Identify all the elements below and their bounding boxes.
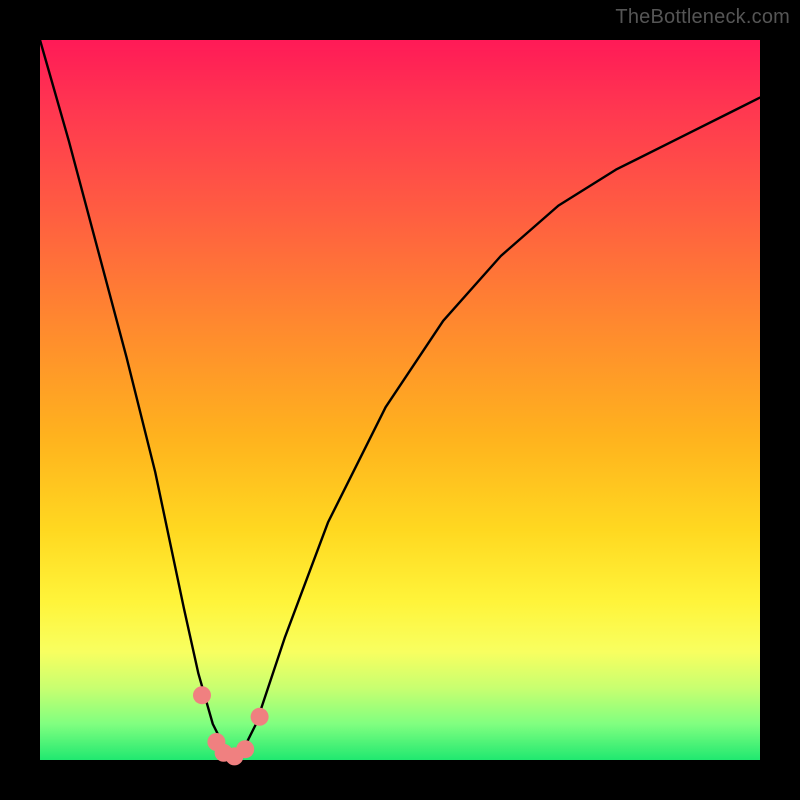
minimum-markers [193, 686, 269, 765]
plot-area [40, 40, 760, 760]
minimum-marker [251, 708, 269, 726]
curve-layer [40, 40, 760, 760]
bottleneck-curve [40, 40, 760, 760]
minimum-marker [193, 686, 211, 704]
watermark-text: TheBottleneck.com [615, 6, 790, 29]
minimum-marker [236, 740, 254, 758]
chart-frame: TheBottleneck.com [0, 0, 800, 800]
